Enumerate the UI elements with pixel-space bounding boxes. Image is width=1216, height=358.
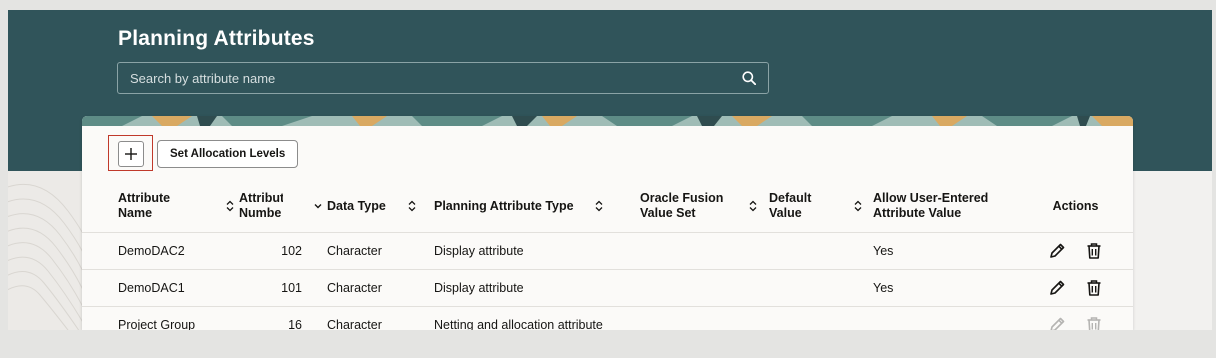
cell-default-value xyxy=(769,269,873,307)
sort-both-icon[interactable] xyxy=(225,200,235,212)
cell-value-set xyxy=(640,306,769,330)
cell-planning-attribute-type: Display attribute xyxy=(434,232,640,270)
trash-delete-icon[interactable] xyxy=(1085,279,1103,297)
cell-default-value xyxy=(769,306,873,330)
cell-attribute-number: 102 xyxy=(239,232,327,270)
cell-actions xyxy=(1018,269,1133,307)
sort-both-icon[interactable] xyxy=(853,200,863,212)
cell-attribute-name: Project Group xyxy=(118,306,239,330)
cell-default-value xyxy=(769,232,873,270)
cell-value-set xyxy=(640,269,769,307)
cell-planning-attribute-type: Netting and allocation attribute xyxy=(434,306,640,330)
attributes-panel: Set Allocation Levels Attribute Name Att… xyxy=(82,116,1133,330)
cell-data-type: Character xyxy=(327,306,434,330)
column-header-attribute-name[interactable]: Attribute Name xyxy=(118,180,239,233)
cell-allow-user-entered xyxy=(873,306,1018,330)
sort-both-icon[interactable] xyxy=(748,200,758,212)
cell-planning-attribute-type: Display attribute xyxy=(434,269,640,307)
cell-allow-user-entered: Yes xyxy=(873,269,1018,307)
cell-allow-user-entered: Yes xyxy=(873,232,1018,270)
attributes-table: Attribute Name Attribut Numbe Data Type … xyxy=(82,180,1133,330)
table-row[interactable]: DemoDAC1 101 Character Display attribute… xyxy=(82,269,1133,307)
cell-data-type: Character xyxy=(327,232,434,270)
cell-attribute-number: 16 xyxy=(239,306,327,330)
pencil-edit-icon xyxy=(1050,317,1065,330)
table-header-row: Attribute Name Attribut Numbe Data Type … xyxy=(82,180,1133,233)
search-icon[interactable] xyxy=(742,71,756,85)
column-header-planning-attribute-type[interactable]: Planning Attribute Type xyxy=(434,180,640,233)
search-input[interactable] xyxy=(118,63,728,93)
plus-icon xyxy=(125,148,137,160)
column-header-default-value[interactable]: Default Value xyxy=(769,180,873,233)
trash-delete-icon[interactable] xyxy=(1085,242,1103,260)
cell-attribute-name: DemoDAC2 xyxy=(118,232,239,270)
cell-actions xyxy=(1018,306,1133,330)
pencil-edit-icon[interactable] xyxy=(1048,279,1066,297)
column-header-oracle-fusion-value-set[interactable]: Oracle Fusion Value Set xyxy=(640,180,769,233)
cell-attribute-name: DemoDAC1 xyxy=(118,269,239,307)
decorative-banner xyxy=(82,116,1133,126)
trash-delete-icon xyxy=(1087,317,1101,330)
cell-value-set xyxy=(640,232,769,270)
column-header-allow-user-entered: Allow User-Entered Attribute Value xyxy=(873,180,1018,233)
cell-attribute-number: 101 xyxy=(239,269,327,307)
set-allocation-levels-button[interactable]: Set Allocation Levels xyxy=(157,140,299,168)
sort-descending-icon[interactable] xyxy=(313,200,323,212)
cell-actions xyxy=(1018,232,1133,270)
app-frame: Planning Attributes Search by attribute … xyxy=(8,10,1212,330)
search-box xyxy=(117,62,769,94)
column-header-attribute-number[interactable]: Attribut Numbe xyxy=(239,180,327,233)
table-row[interactable]: Project Group 16 Character Netting and a… xyxy=(82,306,1133,330)
decorative-pattern xyxy=(8,171,82,330)
column-header-data-type[interactable]: Data Type xyxy=(327,180,434,233)
sort-both-icon[interactable] xyxy=(407,200,417,212)
sort-both-icon[interactable] xyxy=(594,200,604,212)
pencil-edit-icon[interactable] xyxy=(1048,242,1066,260)
cell-data-type: Character xyxy=(327,269,434,307)
table-row[interactable]: DemoDAC2 102 Character Display attribute… xyxy=(82,232,1133,270)
column-header-actions: Actions xyxy=(1018,180,1133,233)
page-title: Planning Attributes xyxy=(118,27,315,50)
add-attribute-button[interactable] xyxy=(118,141,144,167)
